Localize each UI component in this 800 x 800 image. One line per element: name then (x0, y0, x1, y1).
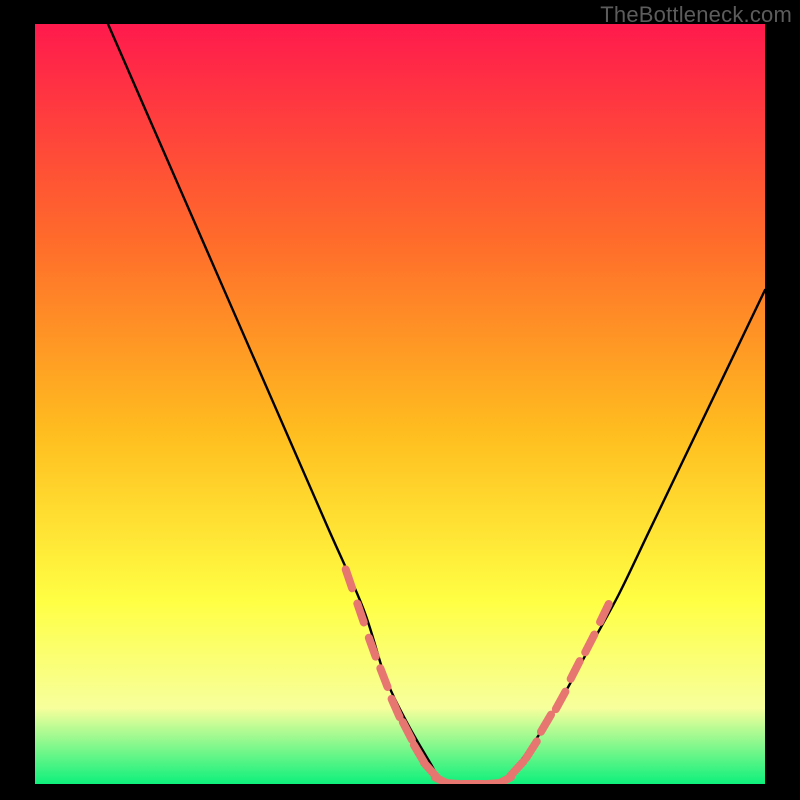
plot-area (35, 24, 765, 784)
chart-container: TheBottleneck.com (0, 0, 800, 800)
gradient-background (35, 24, 765, 784)
watermark-text: TheBottleneck.com (600, 2, 792, 28)
chart-svg (35, 24, 765, 784)
